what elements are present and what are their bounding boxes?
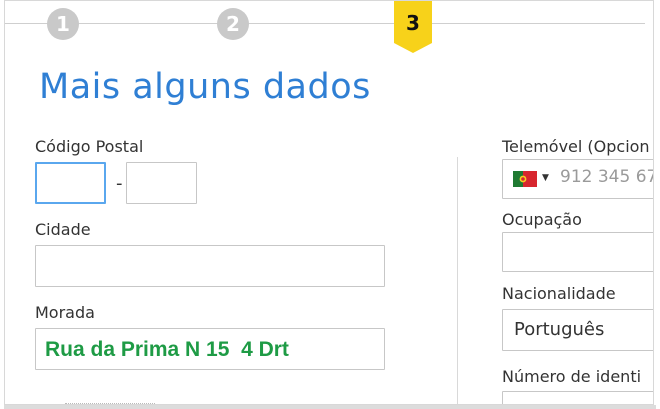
postal-code-part2-input[interactable] bbox=[126, 162, 197, 204]
id-number-label: Número de identi bbox=[502, 367, 642, 386]
mobile-phone-label: Telemóvel (Opcion bbox=[502, 137, 650, 156]
step-3-number: 3 bbox=[406, 11, 420, 35]
form-panel: 1 2 3 Mais alguns dados Código Postal - … bbox=[4, 0, 654, 405]
mobile-phone-input[interactable]: ▼ 912 345 67 bbox=[502, 159, 654, 199]
country-dropdown-icon[interactable]: ▼ bbox=[542, 173, 549, 183]
mobile-phone-placeholder: 912 345 67 bbox=[560, 167, 654, 187]
postal-code-separator: - bbox=[116, 173, 123, 194]
occupation-label: Ocupação bbox=[502, 210, 582, 229]
page-title: Mais alguns dados bbox=[39, 67, 371, 107]
frame-shadow bbox=[4, 405, 656, 409]
city-input[interactable] bbox=[35, 245, 385, 287]
address-input[interactable]: Rua da Prima N 15 4 Drt bbox=[35, 328, 385, 370]
column-divider bbox=[457, 157, 458, 404]
postal-code-part1-input[interactable] bbox=[35, 162, 106, 204]
stepper-line bbox=[5, 23, 645, 24]
step-1-indicator[interactable]: 1 bbox=[47, 8, 79, 40]
nationality-value: Português bbox=[514, 319, 605, 340]
nationality-label: Nacionalidade bbox=[502, 284, 616, 303]
step-3-indicator: 3 bbox=[394, 1, 432, 55]
nationality-select[interactable]: Português bbox=[502, 309, 653, 351]
step-2-indicator[interactable]: 2 bbox=[217, 8, 249, 40]
postal-code-label: Código Postal bbox=[35, 137, 144, 156]
city-label: Cidade bbox=[35, 220, 91, 239]
occupation-input[interactable] bbox=[502, 232, 653, 272]
id-number-input[interactable] bbox=[502, 391, 653, 404]
portugal-flag-icon[interactable] bbox=[513, 171, 537, 187]
address-label: Morada bbox=[35, 303, 95, 322]
address-value: Rua da Prima N 15 4 Drt bbox=[45, 338, 289, 361]
